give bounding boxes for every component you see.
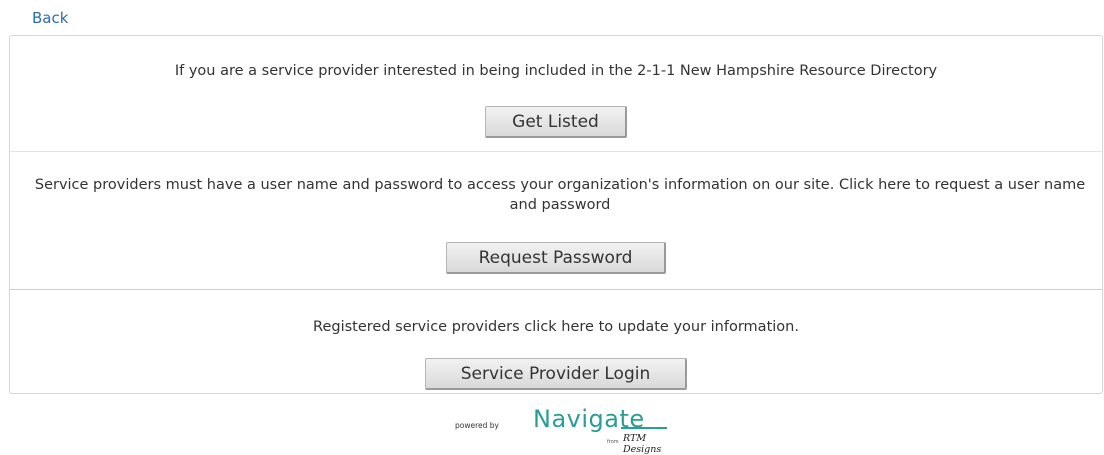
request-password-section: Service providers must have a user name … — [10, 151, 1102, 289]
from-text: from — [607, 439, 619, 445]
get-listed-section: If you are a service provider interested… — [10, 36, 1102, 151]
provider-panel: If you are a service provider interested… — [9, 35, 1103, 394]
brand-underline — [621, 427, 667, 429]
powered-by-text: powered by — [455, 421, 499, 430]
service-provider-login-button[interactable]: Service Provider Login — [425, 358, 687, 390]
get-listed-description: If you are a service provider interested… — [174, 63, 938, 79]
request-password-button[interactable]: Request Password — [446, 242, 666, 274]
request-password-description: Service providers must have a user name … — [34, 177, 1086, 213]
provider-login-description: Registered service providers click here … — [313, 319, 799, 335]
back-link[interactable]: Back — [32, 9, 68, 27]
company-name: RTM Designs — [623, 433, 662, 455]
provider-login-section: Registered service providers click here … — [10, 289, 1102, 395]
get-listed-button[interactable]: Get Listed — [485, 106, 627, 138]
powered-by-logo: powered by Navigate from RTM Designs — [455, 405, 685, 455]
